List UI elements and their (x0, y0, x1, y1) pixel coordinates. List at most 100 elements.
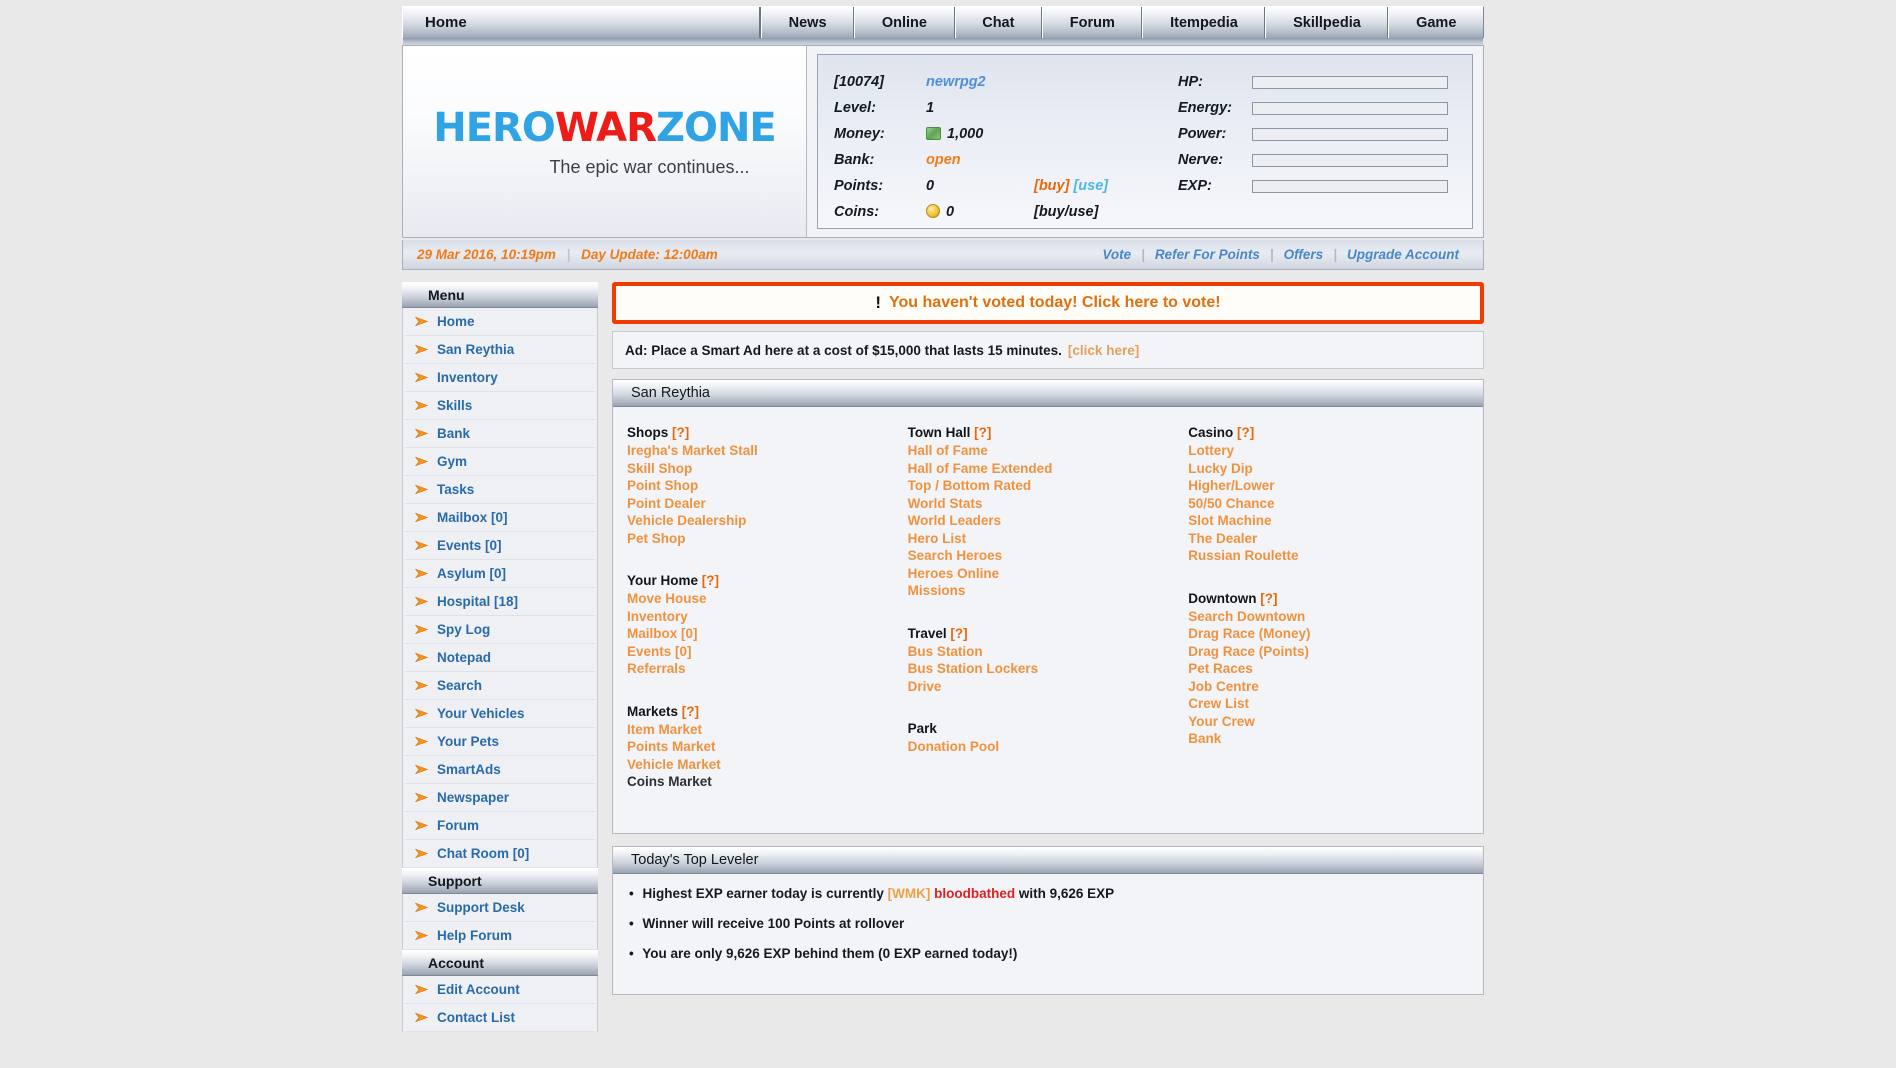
sidebar-item-label: Bank (437, 426, 471, 441)
help-icon-travel[interactable]: [?] (950, 626, 967, 641)
city-link-bank[interactable]: Bank (1188, 730, 1469, 748)
city-link-bus-station-lockers[interactable]: Bus Station Lockers (908, 660, 1189, 678)
city-link-russian-roulette[interactable]: Russian Roulette (1188, 547, 1469, 565)
city-link-point-shop[interactable]: Point Shop (627, 477, 908, 495)
city-link-heroes-online[interactable]: Heroes Online (908, 565, 1189, 583)
link-offers[interactable]: Offers (1274, 247, 1334, 262)
city-link-hall-of-fame-extended[interactable]: Hall of Fame Extended (908, 460, 1189, 478)
sidebar-item-spy-log[interactable]: Spy Log (402, 616, 598, 644)
sidebar-item-support-desk[interactable]: Support Desk (402, 894, 598, 922)
sidebar-item-mailbox[interactable]: Mailbox [0] (402, 504, 598, 532)
sidebar-item-newspaper[interactable]: Newspaper (402, 784, 598, 812)
sidebar-item-home[interactable]: Home (402, 308, 598, 336)
nav-tab-chat[interactable]: Chat (954, 7, 1043, 38)
city-link-donation-pool[interactable]: Donation Pool (908, 738, 1189, 756)
vote-alert-banner[interactable]: ! You haven't voted today! Click here to… (612, 282, 1484, 324)
player-name[interactable]: newrpg2 (926, 74, 986, 90)
city-link-item-market[interactable]: Item Market (627, 721, 908, 739)
city-link-lucky-dip[interactable]: Lucky Dip (1188, 460, 1469, 478)
sidebar-item-san-reythia[interactable]: San Reythia (402, 336, 598, 364)
leveler-player-name[interactable]: bloodbathed (934, 886, 1015, 901)
sidebar-item-forum[interactable]: Forum (402, 812, 598, 840)
sidebar-item-help-forum[interactable]: Help Forum (402, 922, 598, 950)
sidebar-item-bank[interactable]: Bank (402, 420, 598, 448)
nav-tab-itempedia[interactable]: Itempedia (1142, 7, 1266, 38)
city-link-your-crew[interactable]: Your Crew (1188, 713, 1469, 731)
city-link-top-bottom-rated[interactable]: Top / Bottom Rated (908, 477, 1189, 495)
link-refer-for-points[interactable]: Refer For Points (1145, 247, 1270, 262)
nav-tab-online[interactable]: Online (854, 7, 955, 38)
city-link-referrals[interactable]: Referrals (627, 660, 908, 678)
arrow-right-icon (415, 344, 428, 355)
sidebar-item-skills[interactable]: Skills (402, 392, 598, 420)
city-link-point-dealer[interactable]: Point Dealer (627, 495, 908, 513)
city-link-lottery[interactable]: Lottery (1188, 442, 1469, 460)
nav-tab-forum[interactable]: Forum (1042, 7, 1143, 38)
sidebar-item-asylum[interactable]: Asylum [0] (402, 560, 598, 588)
city-link-drag-race-points[interactable]: Drag Race (Points) (1188, 643, 1469, 661)
help-icon-markets[interactable]: [?] (682, 704, 699, 719)
city-link-mailbox[interactable]: Mailbox [0] (627, 625, 908, 643)
sidebar-item-tasks[interactable]: Tasks (402, 476, 598, 504)
coins-buy-use-link[interactable]: [buy/use] (1034, 204, 1098, 220)
sidebar-item-chat-room[interactable]: Chat Room [0] (402, 840, 598, 868)
help-icon-town-hall[interactable]: [?] (974, 425, 991, 440)
sidebar-item-notepad[interactable]: Notepad (402, 644, 598, 672)
nav-tab-home[interactable]: Home (403, 7, 761, 38)
sidebar-item-hospital[interactable]: Hospital [18] (402, 588, 598, 616)
city-link-bus-station[interactable]: Bus Station (908, 643, 1189, 661)
city-link-drive[interactable]: Drive (908, 678, 1189, 696)
city-link-slot-machine[interactable]: Slot Machine (1188, 512, 1469, 530)
help-icon-shops[interactable]: [?] (672, 425, 689, 440)
link-upgrade-account[interactable]: Upgrade Account (1337, 247, 1469, 262)
city-link-missions[interactable]: Missions (908, 582, 1189, 600)
help-icon-your-home[interactable]: [?] (702, 573, 719, 588)
city-link-search-downtown[interactable]: Search Downtown (1188, 608, 1469, 626)
city-link-50-50-chance[interactable]: 50/50 Chance (1188, 495, 1469, 513)
city-link-vehicle-dealership[interactable]: Vehicle Dealership (627, 512, 908, 530)
city-link-drag-race-money[interactable]: Drag Race (Money) (1188, 625, 1469, 643)
city-link-pet-races[interactable]: Pet Races (1188, 660, 1469, 678)
city-link-world-leaders[interactable]: World Leaders (908, 512, 1189, 530)
city-link-crew-list[interactable]: Crew List (1188, 695, 1469, 713)
city-link-the-dealer[interactable]: The Dealer (1188, 530, 1469, 548)
link-vote[interactable]: Vote (1092, 247, 1141, 262)
smart-ad-click-here-link[interactable]: [click here] (1068, 343, 1139, 358)
city-link-points-market[interactable]: Points Market (627, 738, 908, 756)
leveler-crew-tag[interactable]: [WMK] (888, 886, 931, 901)
city-link-iregha-s-market-stall[interactable]: Iregha's Market Stall (627, 442, 908, 460)
sidebar-item-gym[interactable]: Gym (402, 448, 598, 476)
city-link-job-centre[interactable]: Job Centre (1188, 678, 1469, 696)
sidebar-item-inventory[interactable]: Inventory (402, 364, 598, 392)
help-icon-casino[interactable]: [?] (1237, 425, 1254, 440)
nav-tab-news[interactable]: News (761, 7, 855, 38)
city-link-inventory[interactable]: Inventory (627, 608, 908, 626)
city-link-world-stats[interactable]: World Stats (908, 495, 1189, 513)
city-link-events[interactable]: Events [0] (627, 643, 908, 661)
stat-row-money: Money: 1,000 (834, 121, 1148, 147)
city-link-hall-of-fame[interactable]: Hall of Fame (908, 442, 1189, 460)
sidebar-item-contact-list[interactable]: Contact List (402, 1004, 598, 1032)
sidebar-item-events[interactable]: Events [0] (402, 532, 598, 560)
points-use-link[interactable]: [use] (1073, 178, 1108, 194)
sidebar-item-edit-account[interactable]: Edit Account (402, 976, 598, 1004)
stat-label-bank: Bank: (834, 152, 875, 168)
city-link-higher-lower[interactable]: Higher/Lower (1188, 477, 1469, 495)
city-link-hero-list[interactable]: Hero List (908, 530, 1189, 548)
city-group-title-text: Casino (1188, 425, 1234, 440)
help-icon-downtown[interactable]: [?] (1260, 591, 1277, 606)
city-link-pet-shop[interactable]: Pet Shop (627, 530, 908, 548)
nav-tab-skillpedia[interactable]: Skillpedia (1265, 7, 1389, 38)
sidebar-item-smartads[interactable]: SmartAds (402, 756, 598, 784)
stat-value-bank[interactable]: open (926, 152, 1034, 168)
sidebar-item-your-pets[interactable]: Your Pets (402, 728, 598, 756)
city-link-move-house[interactable]: Move House (627, 590, 908, 608)
nav-tab-game[interactable]: Game (1388, 7, 1483, 38)
city-link-search-heroes[interactable]: Search Heroes (908, 547, 1189, 565)
site-logo[interactable]: HEROWARZONE The epic war continues... (403, 46, 807, 237)
city-link-skill-shop[interactable]: Skill Shop (627, 460, 908, 478)
sidebar-item-your-vehicles[interactable]: Your Vehicles (402, 700, 598, 728)
sidebar-item-search[interactable]: Search (402, 672, 598, 700)
city-link-vehicle-market[interactable]: Vehicle Market (627, 756, 908, 774)
points-buy-link[interactable]: [buy] (1034, 178, 1069, 194)
